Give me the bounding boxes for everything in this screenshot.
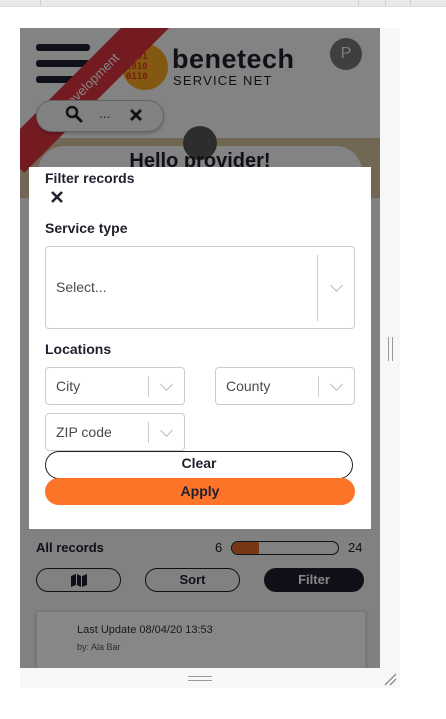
toolbar-divider bbox=[410, 0, 411, 6]
resize-handle-vertical[interactable] bbox=[388, 337, 393, 361]
apply-button[interactable]: Apply bbox=[45, 478, 355, 505]
select-separator bbox=[148, 422, 149, 443]
city-placeholder: City bbox=[56, 378, 81, 394]
county-placeholder: County bbox=[226, 378, 271, 394]
county-select[interactable]: County bbox=[215, 367, 355, 405]
device-viewport: Hello provider! 0101 1010 0110 benetech … bbox=[20, 28, 380, 668]
toolbar-divider bbox=[40, 0, 41, 6]
select-separator bbox=[318, 376, 319, 397]
service-type-select[interactable]: Select... bbox=[45, 246, 355, 329]
select-separator bbox=[148, 376, 149, 397]
service-type-label: Service type bbox=[45, 220, 128, 236]
chevron-down-icon[interactable] bbox=[160, 424, 173, 437]
resize-handle-horizontal[interactable] bbox=[188, 676, 212, 681]
resize-corner-icon[interactable] bbox=[383, 672, 397, 686]
modal-title: Filter records bbox=[45, 170, 135, 186]
select-separator bbox=[317, 255, 318, 321]
service-type-placeholder: Select... bbox=[56, 279, 107, 295]
chevron-down-icon[interactable] bbox=[330, 279, 343, 292]
filter-records-modal: Filter records Service type Select... Lo… bbox=[29, 167, 371, 529]
city-select[interactable]: City bbox=[45, 367, 185, 405]
close-icon[interactable] bbox=[51, 191, 63, 207]
clear-button[interactable]: Clear bbox=[45, 451, 353, 479]
toolbar-divider bbox=[385, 0, 386, 6]
browser-toolbar-strip bbox=[0, 0, 446, 7]
zip-code-select[interactable]: ZIP code bbox=[45, 413, 185, 451]
chevron-down-icon[interactable] bbox=[160, 378, 173, 391]
locations-label: Locations bbox=[45, 341, 112, 357]
toolbar-divider bbox=[358, 0, 359, 6]
chevron-down-icon[interactable] bbox=[330, 378, 343, 391]
zip-placeholder: ZIP code bbox=[56, 424, 112, 440]
